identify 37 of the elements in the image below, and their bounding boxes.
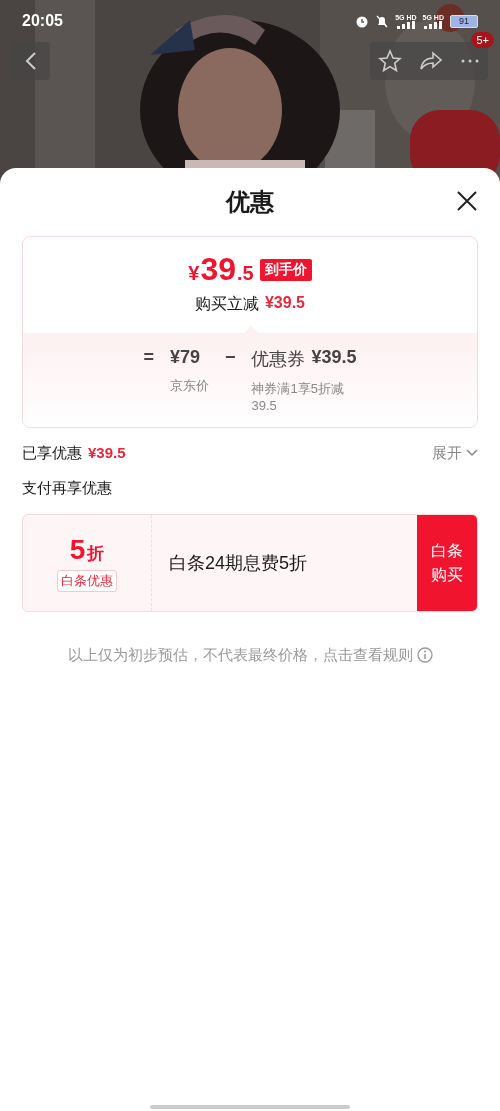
section-title: 支付再享优惠 [22,478,113,498]
expand-button[interactable]: 展开 [432,443,478,463]
buy-button[interactable]: 白条购买 [417,514,477,611]
price-tag: 到手价 [259,258,312,281]
info-icon[interactable] [416,647,433,664]
alarm-icon [355,14,370,28]
disclaimer-text[interactable]: 以上仅为初步预估，不代表最终价格，点击查看规则 [67,645,413,665]
term-label: 优惠券 [251,348,306,371]
enjoyed-amount: ¥39.5 [88,443,126,463]
chevron-down-icon [466,449,478,458]
term-value: ¥79 [169,347,200,368]
final-price: 39 [200,251,236,288]
term-value: ¥39.5 [311,347,357,369]
formula-operator: − [224,347,236,369]
sheet-title: 优惠 [226,187,274,217]
notification-badge: 5+ [471,32,494,48]
signal-icon [395,20,416,29]
star-icon[interactable] [378,49,403,73]
reduction-label: 购买立减 [194,294,259,314]
term-caption: 神券满1享5折减39.5 [251,381,345,415]
currency-sign: ¥ [188,262,200,285]
reduction-amount: ¥39.5 [264,294,305,313]
signal-icon [423,20,444,29]
offer-description: 白条24期息费5折 [169,551,308,575]
back-icon [24,51,38,71]
bell-muted-icon [375,14,390,28]
share-icon[interactable] [419,50,443,72]
term-caption: 京东价 [169,378,209,395]
discount-unit: 折 [87,542,105,565]
formula-operator: = [143,347,154,369]
close-icon[interactable] [456,190,478,212]
offer-tag: 白条优惠 [57,569,117,592]
more-icon[interactable] [459,58,480,64]
enjoyed-label: 已享优惠 [22,443,82,463]
price-decimal: .5 [237,262,254,285]
status-time: 20:05 [22,12,63,30]
discount-value: 5 [69,533,86,566]
